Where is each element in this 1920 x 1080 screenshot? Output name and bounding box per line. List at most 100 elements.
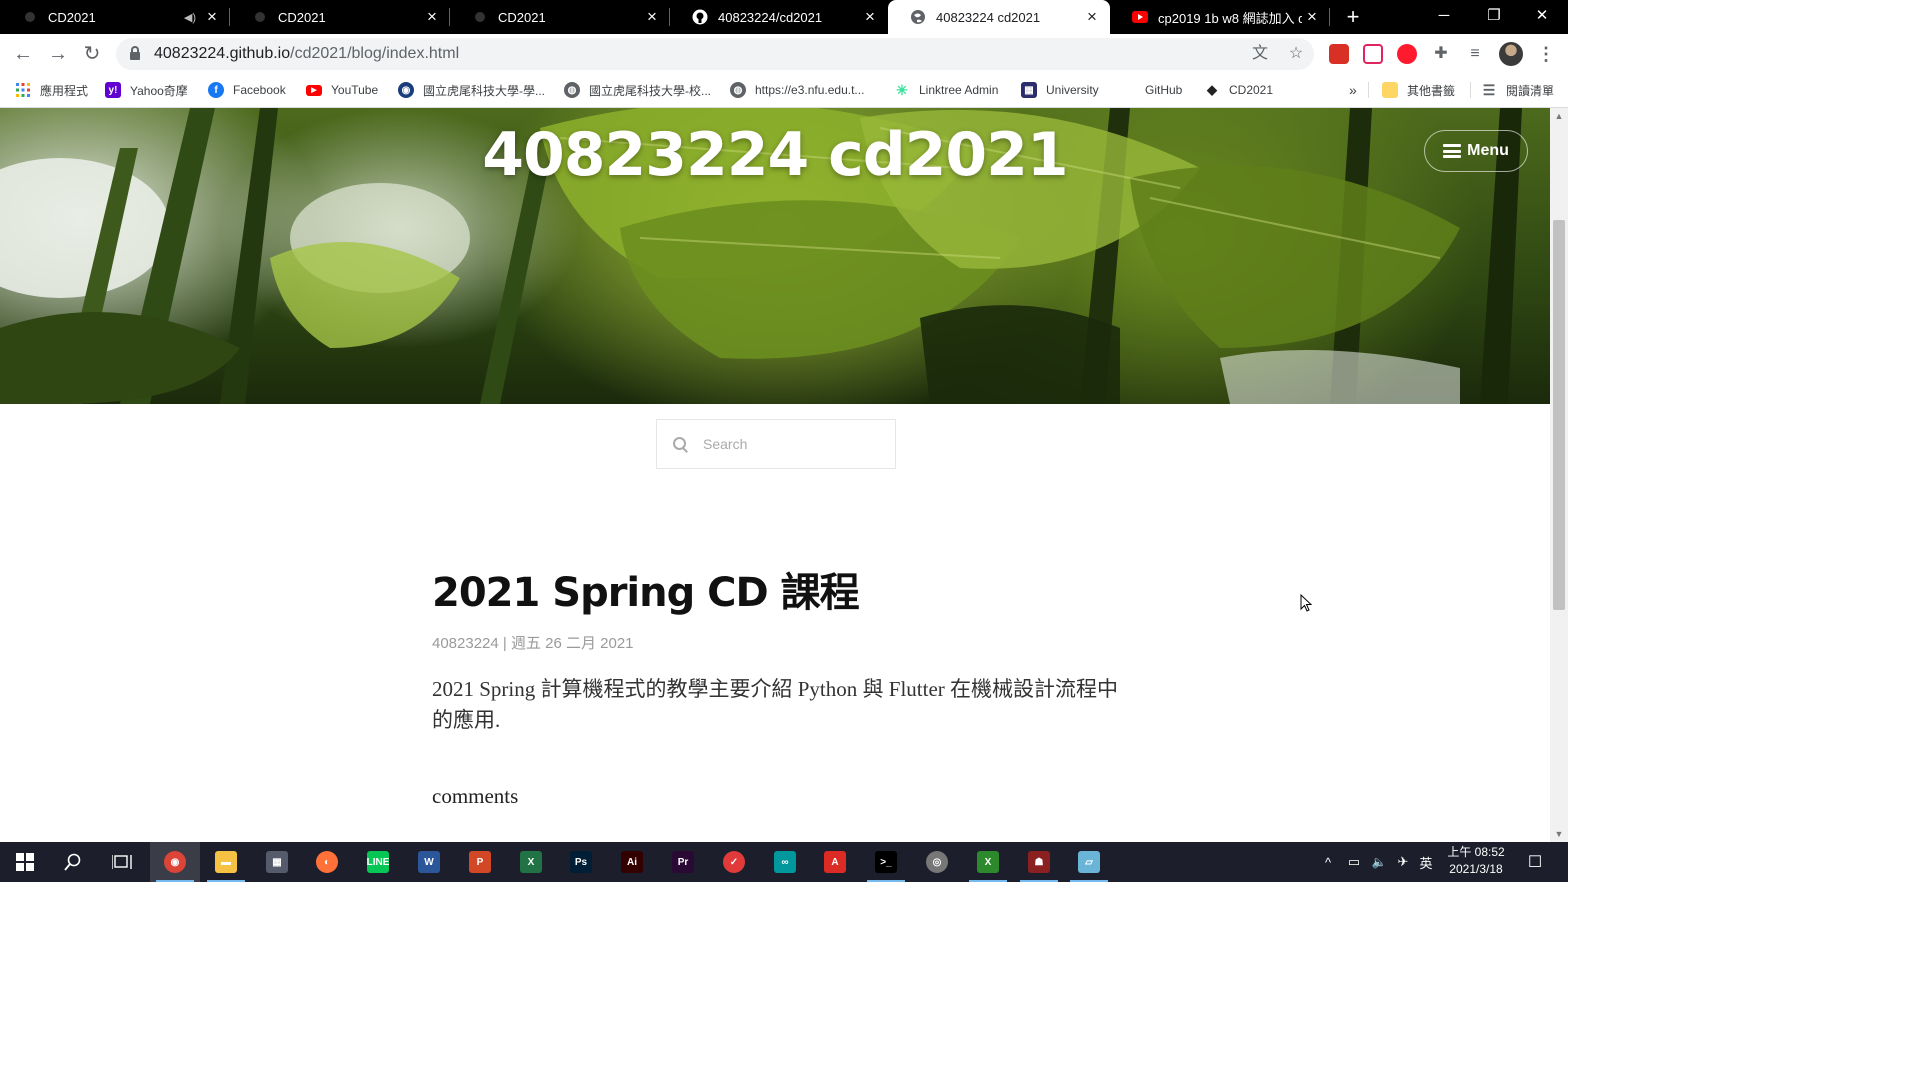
taskbar-app-excel[interactable]: X (506, 842, 556, 882)
bookmarks-overflow-button[interactable]: » (1349, 74, 1357, 106)
search-icon (673, 437, 687, 451)
lock-icon[interactable] (130, 46, 140, 60)
browser-toolbar: ← → ↻ 40823224.github.io/cd2021/blog/ind… (0, 34, 1568, 74)
tab-6[interactable]: cp2019 1b w8 網誌加入 disc × (1110, 0, 1330, 34)
media-control-icon[interactable]: ≡ (1465, 44, 1485, 64)
close-window-button[interactable]: ✕ (1518, 0, 1566, 34)
taskbar-app-terminal[interactable]: >_ (861, 842, 911, 882)
pocket-extension-icon[interactable] (1363, 44, 1383, 64)
close-tab-icon[interactable]: × (422, 7, 442, 27)
profile-avatar[interactable] (1499, 42, 1523, 66)
bookmark-linktree[interactable]: ✳ Linktree Admin (894, 74, 998, 106)
taskbar-app-sphere-app[interactable]: ◎ (912, 842, 962, 882)
bookmark-facebook[interactable]: f Facebook (208, 74, 286, 106)
reload-button[interactable]: ↻ (80, 42, 104, 66)
taskbar-app-arduino[interactable]: ∞ (760, 842, 810, 882)
cd2021-favicon-icon (252, 9, 268, 25)
youtube-icon: ▶ (306, 84, 322, 96)
site-title[interactable]: 40823224 cd2021 (0, 120, 1550, 190)
taskbar-app-file-explorer[interactable]: ▬ (201, 842, 251, 882)
notification-center-icon[interactable]: ☐ (1522, 842, 1548, 882)
bookmark-apps[interactable]: 應用程式 (15, 74, 88, 106)
cd2021-favicon-icon (472, 9, 488, 25)
other-bookmarks-folder[interactable]: 其他書籤 (1382, 74, 1455, 106)
bookmark-github[interactable]: GitHub (1145, 74, 1182, 106)
search-input[interactable] (701, 435, 885, 453)
folder-icon (1382, 82, 1398, 98)
bookmark-youtube[interactable]: ▶ YouTube (306, 74, 378, 106)
battery-icon[interactable]: ▭ (1344, 842, 1364, 882)
taskbar-app-premiere[interactable]: Pr (658, 842, 708, 882)
bookmark-e3-nfu[interactable]: ◍ https://e3.nfu.edu.t... (730, 74, 864, 106)
url-domain: 40823224.github.io (154, 45, 291, 62)
taskbar-app-photoshop[interactable]: Ps (556, 842, 606, 882)
powerpoint-icon: P (469, 851, 491, 873)
post-title[interactable]: 2021 Spring CD 課程 (432, 560, 860, 618)
opera-extension-icon[interactable] (1397, 44, 1417, 64)
taskbar-app-illustrator[interactable]: Ai (607, 842, 657, 882)
hamburger-icon (1443, 144, 1462, 158)
tab-1[interactable]: CD2021 ◀) × (0, 0, 230, 34)
bookmark-nfu-student[interactable]: ◉ 國立虎尾科技大學-學... (398, 74, 545, 106)
start-button[interactable] (0, 842, 50, 882)
close-tab-icon[interactable]: × (642, 7, 662, 27)
new-tab-button[interactable]: + (1340, 0, 1366, 34)
scrollbar-thumb[interactable] (1553, 220, 1565, 610)
tray-overflow-icon[interactable]: ^ (1320, 842, 1336, 882)
taskbar-app-app-red-circle[interactable]: ✓ (709, 842, 759, 882)
post-body: 2021 Spring 計算機程式的教學主要介紹 Python 與 Flutte… (432, 677, 1119, 732)
taskbar-app-firefox[interactable]: ◐ (302, 842, 352, 882)
bookmark-cd2021[interactable]: ◆ CD2021 (1204, 74, 1273, 106)
network-icon[interactable]: ✈ (1393, 842, 1413, 882)
forward-button[interactable]: → (46, 42, 70, 66)
globe-icon: ◍ (730, 82, 746, 98)
cd2021-favicon-icon (22, 9, 38, 25)
taskbar-app-notes-app[interactable]: ▱ (1064, 842, 1114, 882)
volume-icon[interactable]: 🔈 (1368, 842, 1390, 882)
taskbar-app-calculator[interactable]: ▦ (252, 842, 302, 882)
scroll-up-arrow-icon[interactable]: ▲ (1550, 108, 1568, 124)
restore-button[interactable]: ❐ (1470, 0, 1518, 34)
menu-button[interactable]: Menu (1424, 130, 1528, 172)
taskbar-app-powerpoint[interactable]: P (455, 842, 505, 882)
mute-icon[interactable]: ◀) (184, 11, 196, 24)
taskbar-app-line[interactable]: LINE (353, 842, 403, 882)
taskbar-app-chrome[interactable]: ◉ (150, 842, 200, 882)
chrome-menu-icon[interactable]: ⋮ (1537, 42, 1555, 66)
tab-2[interactable]: CD2021 × (230, 0, 450, 34)
bookmark-label: Yahoo奇摩 (130, 83, 188, 98)
close-tab-icon[interactable]: × (202, 7, 222, 27)
search-taskbar-button[interactable] (48, 842, 98, 882)
translate-icon[interactable]: 文 (1250, 44, 1270, 64)
bookmark-university[interactable]: ▦ University (1021, 74, 1099, 106)
taskbar-app-game-app[interactable]: ☗ (1014, 842, 1064, 882)
search-box[interactable] (656, 419, 896, 469)
bookmark-star-icon[interactable]: ☆ (1286, 44, 1306, 64)
hero-banner: 40823224 cd2021 Menu (0, 108, 1550, 404)
close-tab-icon[interactable]: × (1082, 7, 1102, 27)
minimize-button[interactable]: ─ (1420, 0, 1468, 34)
reading-list-button[interactable]: ☰ 閱讀清單 (1481, 74, 1554, 106)
page-scrollbar[interactable]: ▲ ▼ (1550, 108, 1568, 842)
bookmark-yahoo[interactable]: y! Yahoo奇摩 (105, 74, 188, 106)
close-tab-icon[interactable]: × (860, 7, 880, 27)
url-text[interactable]: 40823224.github.io/cd2021/blog/index.htm… (154, 45, 459, 63)
tab-title: CD2021 (278, 9, 326, 25)
tab-5-active[interactable]: 40823224 cd2021 × (888, 0, 1110, 34)
taskbar-app-xming[interactable]: X (963, 842, 1013, 882)
extensions-puzzle-icon[interactable]: ✚ (1431, 44, 1451, 64)
scroll-down-arrow-icon[interactable]: ▼ (1550, 826, 1568, 842)
taskbar-clock[interactable]: 上午 08:52 2021/3/18 (1436, 844, 1516, 878)
bookmark-nfu-campus[interactable]: ◍ 國立虎尾科技大學-校... (564, 74, 711, 106)
ime-indicator[interactable]: 英 (1416, 842, 1436, 882)
acrobat-extension-icon[interactable] (1329, 44, 1349, 64)
taskbar-app-acrobat[interactable]: A (810, 842, 860, 882)
search-icon (64, 853, 81, 871)
address-bar[interactable]: 40823224.github.io/cd2021/blog/index.htm… (116, 38, 1314, 70)
taskbar-app-word[interactable]: W (404, 842, 454, 882)
tab-3[interactable]: CD2021 × (450, 0, 670, 34)
close-tab-icon[interactable]: × (1302, 7, 1322, 27)
task-view-button[interactable] (97, 842, 147, 882)
tab-4[interactable]: 40823224/cd2021 × (670, 0, 888, 34)
back-button[interactable]: ← (11, 42, 35, 66)
